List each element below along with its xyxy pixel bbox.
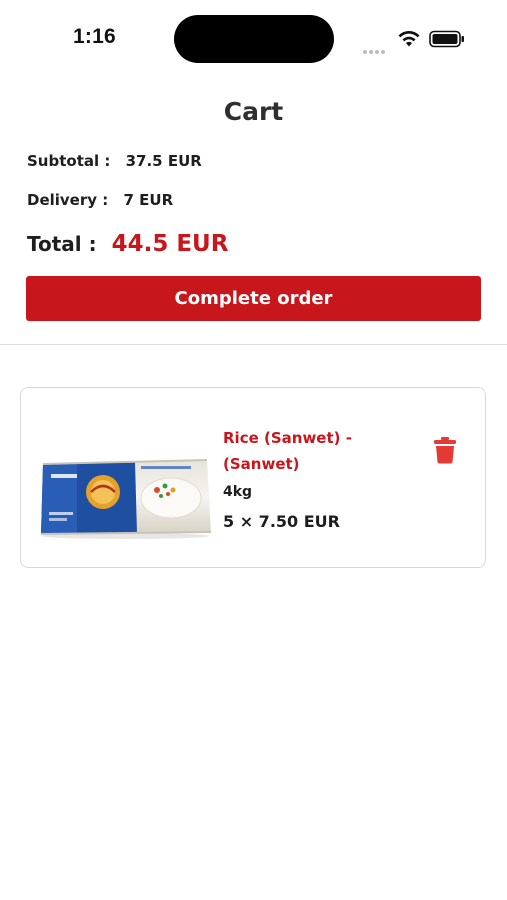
wifi-icon [398,31,420,47]
page-title: Cart [223,97,284,126]
cart-item-card[interactable]: Rice (Sanwet) - (Sanwet) 4kg 5 × 7.50 EU… [20,387,486,568]
total-label: Total : [27,232,97,256]
delivery-label: Delivery : [27,191,109,209]
subtotal-label: Subtotal : [27,152,111,170]
divider [0,344,507,345]
status-bar: 1:16 [0,0,507,78]
subtotal-value: 37.5 EUR [125,152,202,170]
rice-bag-image [40,459,212,539]
complete-order-button[interactable]: Complete order [26,276,481,321]
product-weight: 4kg [223,484,253,500]
cellular-signal-icon [363,39,391,54]
subtotal-row: Subtotal : 37.5 EUR [27,152,202,170]
trash-icon [434,437,456,464]
status-time: 1:16 [73,25,116,48]
delivery-row: Delivery : 7 EUR [27,191,173,209]
total-row: Total : 44.5 EUR [27,231,228,257]
delivery-value: 7 EUR [123,191,174,209]
battery-icon [429,30,464,48]
product-quantity-price: 5 × 7.50 EUR [223,512,340,531]
total-value: 44.5 EUR [111,231,229,257]
product-name[interactable]: Rice (Sanwet) - (Sanwet) [223,425,393,477]
delete-item-button[interactable] [431,435,459,465]
dynamic-island [174,15,334,63]
cart-screen: 1:16 Cart Subtotal : 37.5 EUR Delivery :… [0,0,507,900]
